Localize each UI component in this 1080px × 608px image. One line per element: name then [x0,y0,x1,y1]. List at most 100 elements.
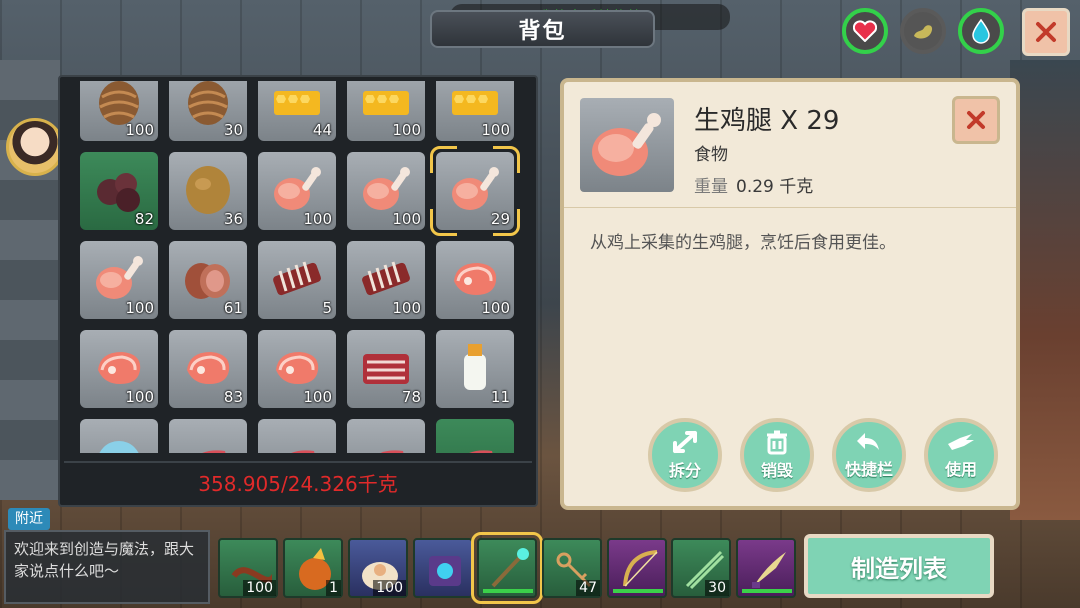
health-status[interactable] [842,8,888,54]
inventory-slot[interactable]: 100 [80,330,158,408]
kiwi-icon [181,162,235,216]
item-count: 100 [481,121,510,139]
inventory-slot[interactable]: 100 [80,241,158,319]
background-right-scene [1010,60,1080,520]
hotbar-slot[interactable]: 47 [542,538,602,598]
close-button[interactable] [1022,8,1070,56]
destroy-label: 销毁 [760,461,793,480]
inventory-slot[interactable]: 44 [258,81,336,141]
detail-item-weight: 重量 0.29 千克 [694,172,813,197]
meat-slab-icon [448,429,502,453]
water-drop-icon [972,18,990,44]
raw-drumstick-icon [359,162,413,216]
item-count: 100 [392,121,421,139]
weight-bar: 358.905/24.326千克 [64,461,532,501]
inventory-slot[interactable]: 100 [258,330,336,408]
destroy-button[interactable]: 销毁 [740,418,814,492]
item-count: 44 [312,121,332,139]
hotbar-slot[interactable] [607,538,667,598]
split-label: 拆分 [668,461,701,480]
inventory-slot[interactable] [169,419,247,453]
ribs-icon [359,251,413,305]
dark-berries-icon [92,162,146,216]
item-count: 1 [326,580,341,596]
weight-value: 0.29 千克 [736,177,814,197]
item-count: 100 [481,299,510,317]
hotbar-button[interactable]: 快捷栏 [832,418,906,492]
inventory-slot[interactable]: 100 [80,81,158,141]
inventory-slot[interactable] [436,419,514,453]
item-count: 82 [134,210,154,228]
raw-drumstick-icon [270,162,324,216]
detail-header: 生鸡腿 X 29 食物 重量 0.29 千克 [564,82,1016,208]
detail-item-category: 食物 [694,145,728,165]
inventory-slot[interactable]: 78 [347,330,425,408]
inventory-slot[interactable]: 100 [258,152,336,230]
thirst-status[interactable] [958,8,1004,54]
heart-icon [853,20,877,42]
inventory-panel: 100 30 44 100 100 82 36 100 100 29 100 61 5 100 100 100… [58,75,538,507]
steak-icon [448,251,502,305]
item-count: 30 [223,121,243,139]
inventory-slot[interactable]: 29 [436,152,514,230]
meat-slab-icon [181,429,235,453]
hotbar-slot[interactable] [736,538,796,598]
hotbar-slot[interactable] [413,538,473,598]
inventory-slot[interactable]: 5 [258,241,336,319]
raw-drumstick-icon [92,251,146,305]
item-count: 100 [303,210,332,228]
milk-bottle-icon [448,340,502,394]
inventory-slot[interactable]: 82 [80,152,158,230]
durability-bar [613,589,663,593]
hunger-status[interactable] [900,8,946,54]
page-title: 背包 [518,19,567,44]
hotbar-slot[interactable] [471,532,543,604]
stomach-icon [914,25,933,39]
hand-icon [948,434,974,450]
item-detail-panel: 生鸡腿 X 29 食物 重量 0.29 千克 从鸡上采集的生鸡腿，烹饪后食用更佳。… [560,78,1020,510]
inventory-slot[interactable]: 61 [169,241,247,319]
hotbar-slot[interactable]: 1 [283,538,343,598]
use-button[interactable]: 使用 [924,418,998,492]
hotbar-slot[interactable]: 30 [671,538,731,598]
inventory-slot[interactable]: 100 [347,241,425,319]
bacon-icon [359,340,413,394]
item-count: 100 [125,388,154,406]
item-count: 5 [322,299,332,317]
sausage-icon [181,251,235,305]
detail-close-button[interactable] [952,96,1000,144]
item-count: 29 [490,210,510,228]
item-count: 36 [223,210,243,228]
drumstick-icon [592,113,661,176]
close-icon [967,111,985,129]
inventory-slot[interactable]: 100 [347,81,425,141]
inventory-slot[interactable] [347,419,425,453]
hotbar-slot[interactable]: 100 [218,538,279,598]
magic-staff-icon [487,546,531,590]
hotbar-slot[interactable]: 100 [348,538,408,598]
chat-tab-nearby[interactable]: 附近 [8,508,50,530]
item-count: 11 [490,388,510,406]
inventory-slot[interactable] [258,419,336,453]
craft-list-button[interactable]: 制造列表 [804,534,994,598]
inventory-slot[interactable]: 36 [169,152,247,230]
split-button[interactable]: 拆分 [648,418,722,492]
inventory-slot[interactable]: 100 [347,152,425,230]
item-count: 100 [392,299,421,317]
inventory-slot[interactable]: 83 [169,330,247,408]
inventory-slot[interactable] [80,419,158,453]
bow-icon [617,546,661,590]
close-icon [1036,22,1056,42]
inventory-slot[interactable]: 11 [436,330,514,408]
item-count: 100 [303,388,332,406]
detail-item-name: 生鸡腿 X 29 [694,106,840,136]
avatar[interactable] [6,118,64,176]
chat-box[interactable]: 欢迎来到创造与魔法，跟大家说点什么吧～ [4,530,210,604]
craft-list-label: 制造列表 [851,554,947,583]
inventory-slot[interactable]: 100 [436,241,514,319]
inventory-slot[interactable]: 100 [436,81,514,141]
meat-slab-icon [359,429,413,453]
item-count: 47 [576,580,600,596]
detail-item-icon [580,98,674,192]
inventory-slot[interactable]: 30 [169,81,247,141]
